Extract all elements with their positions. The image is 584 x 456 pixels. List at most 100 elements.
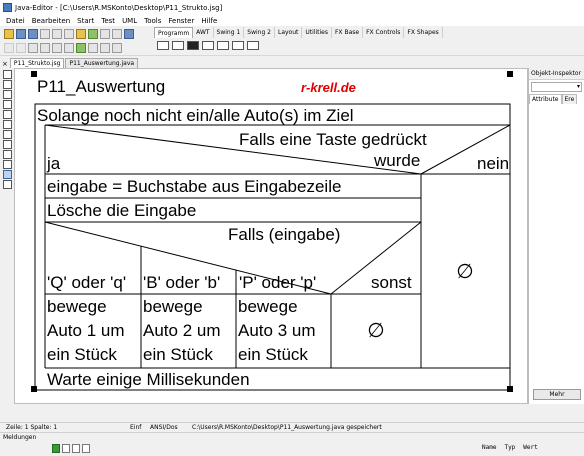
menu-fenster[interactable]: Fenster: [168, 17, 194, 25]
save-all-icon[interactable]: [28, 29, 38, 39]
class-icon[interactable]: [64, 29, 74, 39]
run-icon[interactable]: [52, 444, 60, 453]
font-icon[interactable]: [52, 29, 62, 39]
new-class-icon[interactable]: [172, 41, 184, 50]
indent-icon[interactable]: [28, 43, 38, 53]
case-2-line-3[interactable]: ein Stück: [143, 345, 213, 364]
palette-tab-fxcontrols[interactable]: FX Controls: [363, 27, 405, 38]
messages-label: Meldungen: [3, 434, 37, 441]
selection-handle[interactable]: [507, 71, 513, 77]
column-type[interactable]: Typ: [504, 444, 515, 451]
step-icon[interactable]: [88, 43, 98, 53]
break-tool-icon[interactable]: [3, 150, 12, 159]
if-condition-line2: wurde: [373, 151, 420, 170]
close-editor-icon[interactable]: [3, 70, 12, 79]
new-file-icon[interactable]: [157, 41, 169, 50]
case-1-line-3[interactable]: ein Stück: [47, 345, 117, 364]
applet-icon[interactable]: [232, 41, 244, 50]
case-2-line-2[interactable]: Auto 2 um: [143, 321, 221, 340]
for-tool-icon[interactable]: [3, 110, 12, 119]
inspector-tab-attribute[interactable]: Attribute: [529, 94, 562, 104]
palette-tab-layout[interactable]: Layout: [275, 27, 303, 38]
case-1-line-2[interactable]: Auto 1 um: [47, 321, 125, 340]
structogram-canvas[interactable]: P11_Auswertung r-krell.de Solange noch n…: [14, 68, 528, 404]
insert-mode: Einf: [130, 424, 142, 431]
switch-tool-icon[interactable]: [3, 100, 12, 109]
palette-tab-awt[interactable]: AWT: [193, 27, 214, 38]
tab-p11-auswertung[interactable]: P11_Auswertung.java: [65, 58, 139, 68]
menu-hilfe[interactable]: Hilfe: [201, 17, 217, 25]
open-folder-icon[interactable]: [4, 29, 14, 39]
menu-start[interactable]: Start: [77, 17, 94, 25]
case-3-line-2[interactable]: Auto 3 um: [238, 321, 316, 340]
app-icon: [3, 3, 12, 12]
fx-app-icon[interactable]: [247, 41, 259, 50]
inspector-tab-events[interactable]: Ere: [561, 94, 578, 104]
pointer-tool-icon[interactable]: [3, 170, 12, 179]
empty-statement-icon[interactable]: ∅: [367, 320, 384, 342]
case-label-2: 'B' oder 'b': [143, 273, 220, 292]
menu-uml[interactable]: UML: [122, 17, 137, 25]
breakpoint-icon[interactable]: [100, 43, 110, 53]
do-while-tool-icon[interactable]: [3, 130, 12, 139]
selection-handle[interactable]: [31, 386, 37, 392]
menu-bearbeiten[interactable]: Bearbeiten: [32, 17, 70, 25]
column-value[interactable]: Wert: [523, 444, 537, 451]
debug-icon[interactable]: [124, 29, 134, 39]
statement-1[interactable]: eingabe = Buchstabe aus Eingabezeile: [47, 177, 341, 196]
search-icon[interactable]: [64, 43, 74, 53]
menu-test[interactable]: Test: [101, 17, 115, 25]
dialog-icon[interactable]: [217, 41, 229, 50]
statement-2[interactable]: Lösche die Eingabe: [47, 201, 196, 220]
console-icon[interactable]: [187, 41, 199, 50]
undo-icon[interactable]: [4, 43, 14, 53]
chevron-down-icon[interactable]: ▾: [577, 83, 580, 90]
inspector-object-select[interactable]: ▾: [531, 82, 582, 92]
statement-tool-icon[interactable]: [3, 80, 12, 89]
step-over-icon[interactable]: [62, 444, 70, 453]
palette-tab-swing2[interactable]: Swing 2: [244, 27, 275, 38]
column-name[interactable]: Name: [482, 444, 496, 451]
palette-tab-fxbase[interactable]: FX Base: [332, 27, 364, 38]
tab-p11-strukto[interactable]: P11_Strukto.jsg: [9, 58, 65, 68]
if-tool-icon[interactable]: [3, 90, 12, 99]
trash-icon[interactable]: [3, 180, 12, 189]
close-tab-icon[interactable]: ×: [2, 60, 8, 68]
palette-tab-fxshapes[interactable]: FX Shapes: [404, 27, 443, 38]
compile-icon[interactable]: [88, 29, 98, 39]
print-icon[interactable]: [40, 29, 50, 39]
palette-tab-utilities[interactable]: Utilities: [302, 27, 332, 38]
structogram-diagram: P11_Auswertung r-krell.de Solange noch n…: [31, 71, 513, 392]
final-statement[interactable]: Warte einige Millisekunden: [47, 370, 250, 389]
case-1-line-1[interactable]: bewege: [47, 297, 107, 316]
unindent-icon[interactable]: [40, 43, 50, 53]
palette-tab-swing1[interactable]: Swing 1: [214, 27, 245, 38]
watch-icon[interactable]: [112, 43, 122, 53]
comment-icon[interactable]: [52, 43, 62, 53]
diagram-title: P11_Auswertung: [37, 77, 165, 96]
empty-statement-icon[interactable]: ∅: [456, 261, 473, 283]
window-title: Java-Editor - [C:\Users\R.MSKonto\Deskto…: [15, 3, 223, 12]
case-3-line-1[interactable]: bewege: [238, 297, 298, 316]
while-tool-icon[interactable]: [3, 120, 12, 129]
menu-tools[interactable]: Tools: [144, 17, 161, 25]
step-into-icon[interactable]: [72, 444, 80, 453]
menu-bar: Datei Bearbeiten Start Test UML Tools Fe…: [0, 15, 584, 26]
list-tool-icon[interactable]: [3, 160, 12, 169]
status-message: C:\Users\R.MSKonto\Desktop\P11_Auswertun…: [192, 424, 382, 431]
frame-icon[interactable]: [202, 41, 214, 50]
subroutine-tool-icon[interactable]: [3, 140, 12, 149]
case-2-line-1[interactable]: bewege: [143, 297, 203, 316]
menu-datei[interactable]: Datei: [6, 17, 25, 25]
save-icon[interactable]: [16, 29, 26, 39]
more-button[interactable]: Mehr: [533, 389, 581, 400]
if-yes-label: ja: [46, 154, 61, 173]
redo-icon[interactable]: [16, 43, 26, 53]
stop-icon[interactable]: [82, 444, 90, 453]
uml-icon[interactable]: [112, 29, 122, 39]
palette-tab-programm[interactable]: Programm: [154, 27, 194, 38]
package-icon[interactable]: [76, 29, 86, 39]
structogram-icon[interactable]: [100, 29, 110, 39]
case-3-line-3[interactable]: ein Stück: [238, 345, 308, 364]
run-icon[interactable]: [76, 43, 86, 53]
